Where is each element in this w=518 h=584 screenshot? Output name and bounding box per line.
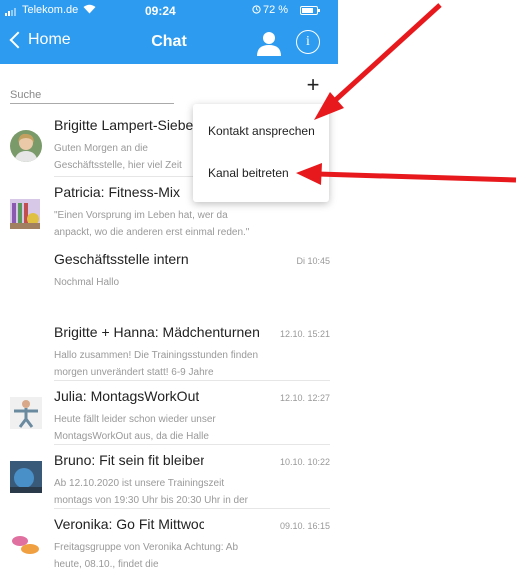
chat-name: Patricia: Fitness-Mix bbox=[54, 184, 181, 200]
chat-preview: "Einen Vorsprung im Leben hat, wer da an… bbox=[54, 210, 250, 238]
phone-screen: Telekom.de 09:24 72 % Home Chat i + Brig… bbox=[0, 0, 338, 584]
avatar-gym-ball bbox=[10, 461, 42, 493]
signal-icon bbox=[5, 8, 19, 16]
chat-preview: Ab 12.10.2020 ist unsere Trainingszeit m… bbox=[54, 478, 248, 506]
alarm-icon bbox=[252, 5, 261, 14]
chat-preview: Hallo zusammen! Die Trainingsstunden fin… bbox=[54, 350, 258, 378]
chat-item[interactable]: Veronika: Go Fit Mittwochs- u. 09.10. 16… bbox=[0, 509, 338, 573]
back-label: Home bbox=[28, 31, 71, 48]
carrier-name: Telekom.de bbox=[22, 4, 79, 16]
chat-preview: Freitagsgruppe von Veronika Achtung: Ab … bbox=[54, 542, 239, 570]
chat-name: Bruno: Fit sein fit bleiben für bbox=[54, 452, 204, 468]
status-bar: Telekom.de 09:24 72 % bbox=[0, 0, 338, 22]
chat-name: Julia: MontagsWorkOut bbox=[54, 388, 200, 404]
chat-name: Brigitte + Hanna: Mädchenturnen bbox=[54, 324, 260, 340]
wifi-icon bbox=[83, 4, 96, 17]
avatar-yoga-pose bbox=[10, 397, 42, 429]
chevron-left-icon bbox=[9, 31, 27, 49]
search-input[interactable] bbox=[10, 86, 174, 104]
user-icon[interactable] bbox=[256, 30, 282, 56]
chat-item[interactable]: Bruno: Fit sein fit bleiben für 10.10. 1… bbox=[0, 445, 338, 509]
chat-time: 12.10. 12:27 bbox=[279, 393, 330, 403]
chat-item[interactable]: Brigitte + Hanna: Mädchenturnen 12.10. 1… bbox=[0, 317, 338, 381]
avatar-fitness-room bbox=[10, 199, 40, 229]
chat-name: Geschäftsstelle intern bbox=[54, 251, 189, 267]
menu-item-join-channel[interactable]: Kanal beitreten bbox=[208, 166, 289, 180]
battery-percent-text: 72 % bbox=[263, 4, 289, 16]
info-icon[interactable]: i bbox=[296, 30, 320, 54]
chat-name: Veronika: Go Fit Mittwochs- u. bbox=[54, 516, 204, 532]
menu-item-contact[interactable]: Kontakt ansprechen bbox=[208, 124, 315, 138]
add-button[interactable]: + bbox=[302, 74, 324, 96]
chat-time: Di 10:45 bbox=[296, 256, 330, 266]
chat-name: Brigitte Lampert-Sieber bbox=[54, 117, 198, 133]
chat-time: 10.10. 10:22 bbox=[279, 457, 330, 467]
chat-item[interactable]: Geschäftsstelle intern Di 10:45 Nochmal … bbox=[0, 244, 338, 311]
battery-icon bbox=[300, 6, 320, 15]
chat-preview: Heute fällt leider schon wieder unser Mo… bbox=[54, 414, 216, 442]
chat-preview: Guten Morgen an die Geschäftsstelle, hie… bbox=[54, 143, 182, 171]
chat-time: 12.10. 15:21 bbox=[279, 329, 330, 339]
chat-preview: Nochmal Hallo bbox=[54, 277, 120, 288]
back-button[interactable]: Home bbox=[8, 31, 71, 49]
status-time: 09:24 bbox=[145, 4, 176, 18]
popup-menu: Kontakt ansprechen Kanal beitreten bbox=[193, 104, 329, 202]
avatar-dumbbells bbox=[10, 527, 42, 559]
chat-time: 09.10. 16:15 bbox=[279, 521, 330, 531]
avatar-woman-portrait bbox=[10, 130, 42, 162]
battery-percent: 72 % bbox=[252, 4, 288, 16]
chat-item[interactable]: Julia: MontagsWorkOut 12.10. 12:27 Heute… bbox=[0, 381, 338, 445]
navigation-bar: Home Chat i bbox=[0, 22, 338, 64]
